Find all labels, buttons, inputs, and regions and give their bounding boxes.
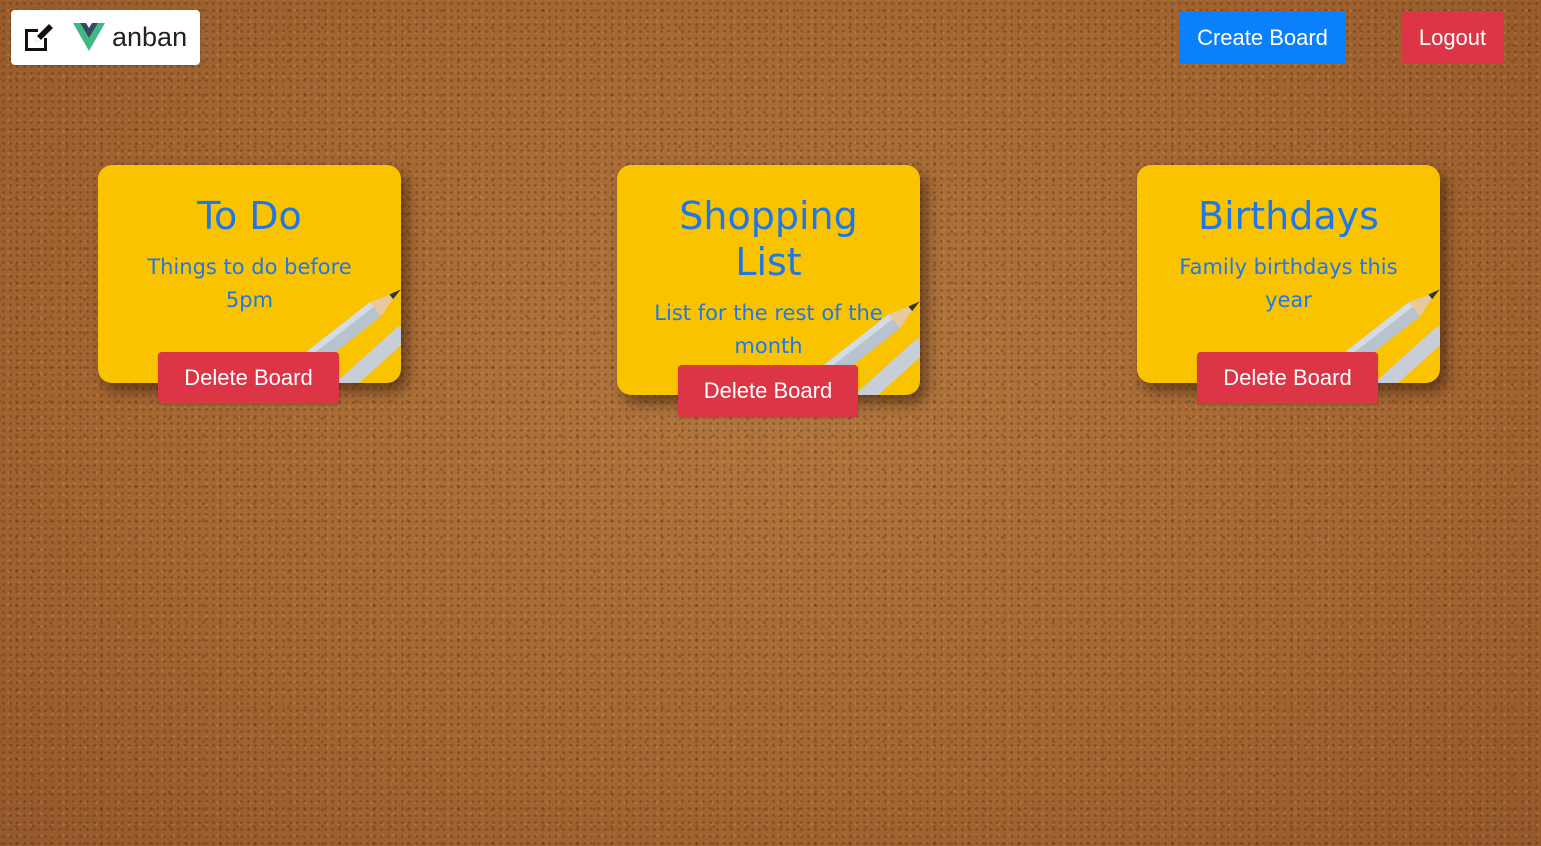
vue-logo-icon (73, 22, 105, 53)
logout-button[interactable]: Logout (1401, 11, 1504, 64)
delete-board-button[interactable]: Delete Board (1197, 352, 1378, 404)
delete-board-button[interactable]: Delete Board (678, 365, 858, 417)
board-description: Things to do before 5pm (147, 255, 352, 312)
board-card[interactable]: To Do Things to do before 5pm (98, 165, 401, 383)
board-description: Family birthdays this year (1179, 255, 1398, 312)
board-card[interactable]: Birthdays Family birthdays this year (1137, 165, 1440, 383)
brand-text: anban (112, 22, 188, 52)
pencil-square-icon (21, 21, 55, 55)
board-card[interactable]: Shopping List List for the rest of the m… (617, 165, 920, 395)
create-board-button[interactable]: Create Board (1179, 11, 1346, 64)
brand-logo[interactable]: anban (11, 10, 200, 65)
board-title: Birthdays (1198, 194, 1379, 238)
delete-board-button[interactable]: Delete Board (158, 352, 339, 404)
board-title: To Do (197, 194, 302, 238)
board-title: Shopping List (679, 194, 858, 284)
board-description: List for the rest of the month (654, 301, 883, 358)
